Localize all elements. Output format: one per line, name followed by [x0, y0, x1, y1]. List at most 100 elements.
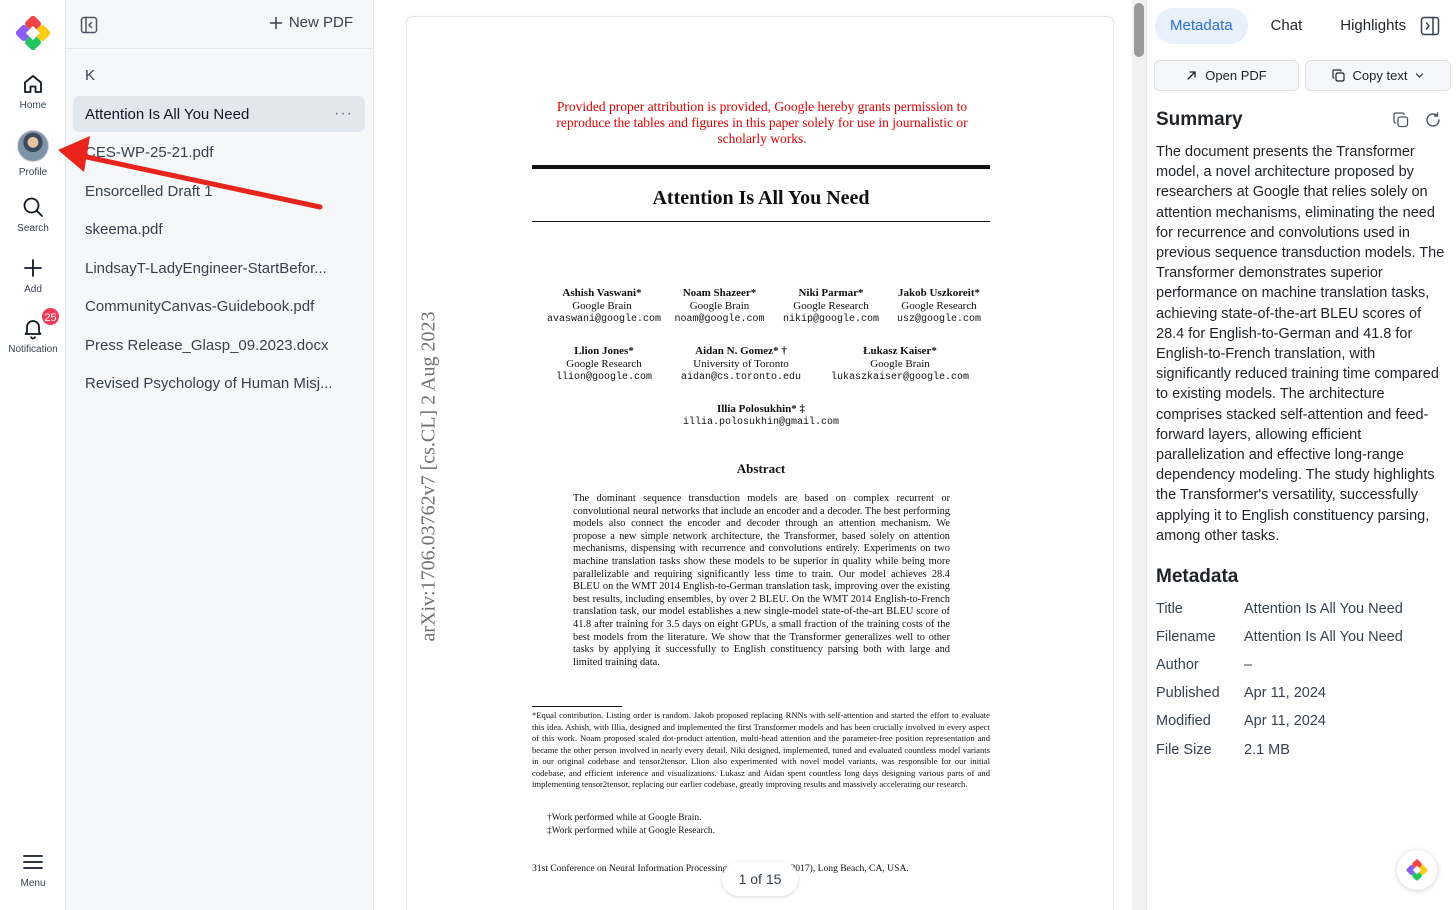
abstract-heading: Abstract [736, 461, 786, 476]
search-icon [23, 197, 43, 217]
author-org: Google Brain [870, 358, 930, 370]
tab-metadata[interactable]: Metadata [1155, 8, 1248, 44]
pdf-viewer[interactable]: Provided proper attribution is provided,… [374, 0, 1144, 910]
author-name: Niki Parmar* [798, 287, 864, 299]
author-block: Ashish Vaswani* Google Brain avaswani@go… [547, 287, 661, 326]
metadata-row-filename: Filename Attention Is All You Need [1156, 629, 1403, 645]
author-name: Aidan N. Gomez* † [695, 345, 787, 357]
nav-profile[interactable]: Profile [0, 130, 66, 178]
arxiv-stamp: arXiv:1706.03762v7 [cs.CL] 2 Aug 2023 [417, 311, 440, 642]
open-pdf-label: Open PDF [1205, 68, 1267, 83]
file-item-active[interactable]: Attention Is All You Need ··· [73, 96, 365, 132]
abstract-text: The dominant sequence transduction model… [573, 493, 950, 668]
metadata-heading: Metadata [1156, 566, 1239, 587]
file-item-label: Ensorcelled Draft 1 [85, 182, 213, 200]
author-org: Google Brain [572, 300, 632, 312]
panel-tabs: Metadata Chat Highlights [1155, 8, 1421, 44]
title-rule-bottom [532, 221, 990, 222]
nav-add[interactable]: Add [0, 256, 66, 295]
file-item[interactable]: LindsayT-LadyEngineer-StartBefor... [73, 250, 365, 286]
close-panel-icon[interactable] [1420, 16, 1440, 36]
file-item-label: Attention Is All You Need [85, 105, 250, 123]
home-icon [24, 75, 42, 93]
nav-add-label: Add [24, 284, 42, 295]
conference-line: 31st Conference on Neural Information Pr… [532, 863, 909, 874]
author-org: University of Toronto [693, 358, 789, 370]
author-block: Aidan N. Gomez* † University of Toronto … [673, 345, 809, 384]
author-org: Google Research [901, 300, 977, 312]
author-email: illia.polosukhin@gmail.com [682, 417, 840, 428]
file-item-label: Press Release_Glasp_09.2023.docx [85, 336, 329, 354]
nav-notification[interactable]: 25 Notification [0, 306, 66, 355]
app-window: Home Profile Search Add 25 Notification … [0, 0, 1456, 910]
file-item[interactable]: Press Release_Glasp_09.2023.docx [73, 327, 365, 363]
author-email: usz@google.com [896, 314, 981, 325]
metadata-value: Apr 11, 2024 [1244, 685, 1326, 701]
copy-icon[interactable] [1393, 112, 1409, 128]
file-item[interactable]: Ensorcelled Draft 1 [73, 173, 365, 209]
notification-badge: 25 [40, 306, 61, 327]
copy-icon [1331, 69, 1345, 82]
file-item[interactable]: Revised Psychology of Human Misj... [73, 366, 365, 402]
collapse-sidebar-icon[interactable] [80, 16, 98, 34]
avatar [17, 130, 49, 162]
author-email: llion@google.com [555, 372, 652, 383]
metadata-value: Attention Is All You Need [1244, 629, 1403, 645]
file-item[interactable]: CommunityCanvas-Guidebook.pdf [73, 289, 365, 325]
file-item-label: CommunityCanvas-Guidebook.pdf [85, 298, 315, 315]
scrollbar-thumb[interactable] [1134, 3, 1144, 57]
metadata-row-author: Author – [1156, 657, 1252, 673]
page-indicator: 1 of 15 [722, 862, 798, 896]
metadata-value: Apr 11, 2024 [1244, 713, 1326, 729]
nav-menu-label: Menu [20, 878, 46, 889]
plus-icon [269, 16, 283, 29]
tab-chat[interactable]: Chat [1256, 8, 1318, 44]
author-org: Google Research [793, 300, 869, 312]
summary-actions [1393, 112, 1441, 128]
assistant-fab-button[interactable] [1397, 850, 1437, 890]
metadata-key: Filename [1156, 629, 1216, 645]
tab-highlights[interactable]: Highlights [1325, 8, 1421, 44]
copy-text-button[interactable]: Copy text [1305, 60, 1451, 91]
author-block: Jakob Uszkoreit* Google Research usz@goo… [887, 287, 991, 326]
file-item[interactable]: skeema.pdf [73, 212, 365, 248]
metadata-row-published: Published Apr 11, 2024 [1156, 685, 1326, 701]
copy-text-label: Copy text [1352, 68, 1408, 83]
more-options-icon[interactable]: ··· [334, 105, 353, 123]
app-logo-icon[interactable] [13, 13, 53, 53]
author-email: aidan@cs.toronto.edu [680, 372, 802, 383]
nav-home[interactable]: Home [0, 72, 66, 111]
file-item-label: Revised Psychology of Human Misj... [85, 375, 333, 392]
hamburger-menu-icon [23, 855, 43, 869]
nav-menu[interactable]: Menu [0, 850, 66, 889]
folder-label[interactable]: K [85, 67, 95, 84]
metadata-key: Modified [1156, 713, 1211, 729]
nav-rail: Home Profile Search Add 25 Notification … [0, 0, 66, 910]
new-pdf-label: New PDF [288, 14, 353, 31]
pdf-page[interactable]: Provided proper attribution is provided,… [406, 16, 1114, 910]
summary-heading: Summary [1156, 109, 1243, 130]
author-org: Google Brain [689, 300, 750, 312]
pdf-scrollbar[interactable] [1132, 0, 1146, 910]
metadata-row-title: Title Attention Is All You Need [1156, 601, 1403, 617]
author-block: Noam Shazeer* Google Brain noam@google.c… [667, 287, 772, 326]
refresh-icon[interactable] [1425, 112, 1441, 128]
open-pdf-button[interactable]: Open PDF [1154, 60, 1299, 91]
file-item-label: CES-WP-25-21.pdf [85, 144, 214, 161]
file-list: Attention Is All You Need ··· CES-WP-25-… [73, 96, 365, 404]
footnote-text: *Equal contribution. Listing order is ra… [532, 710, 990, 789]
metadata-key: Published [1156, 685, 1220, 701]
action-buttons: Open PDF Copy text [1154, 60, 1451, 91]
new-pdf-button[interactable]: New PDF [269, 14, 353, 31]
file-sidebar: New PDF K Attention Is All You Need ··· … [66, 0, 374, 910]
metadata-key: Title [1156, 601, 1183, 617]
nav-notification-label: Notification [8, 344, 58, 355]
nav-search[interactable]: Search [0, 195, 66, 234]
author-name: Ashish Vaswani* [562, 287, 642, 299]
footnote-rule [532, 706, 622, 707]
file-item[interactable]: CES-WP-25-21.pdf [73, 135, 365, 171]
author-block: Łukasz Kaiser* Google Brain lukaszkaiser… [825, 345, 975, 384]
metadata-key: File Size [1156, 742, 1212, 758]
file-sidebar-header: New PDF [66, 0, 373, 49]
plus-icon [24, 259, 42, 277]
